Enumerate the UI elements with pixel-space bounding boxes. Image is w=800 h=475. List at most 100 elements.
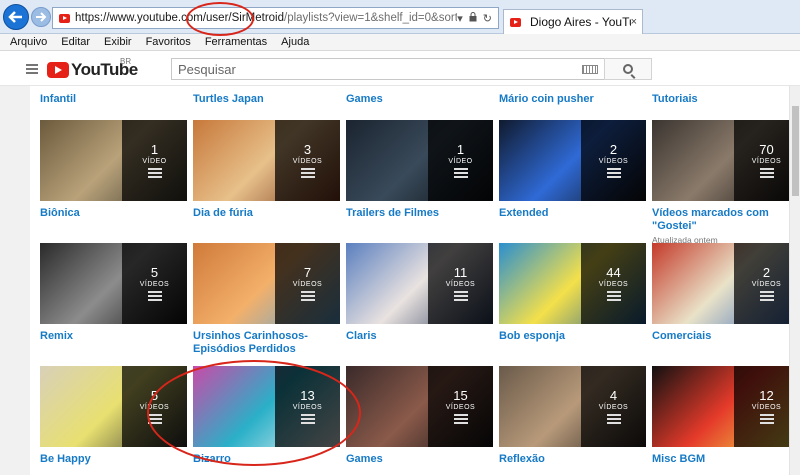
playlist-card[interactable]: 3 VÍDEOS Dia de fúria (193, 120, 340, 220)
playlist-thumbnail[interactable]: 7 VÍDEOS (193, 243, 340, 324)
lock-icon[interactable] (469, 11, 477, 25)
video-count-overlay: 5 VÍDEOS (122, 366, 187, 447)
playlist-title[interactable]: Turtles Japan (193, 93, 264, 105)
keyboard-icon[interactable] (582, 64, 598, 74)
playlist-card[interactable]: 1 VÍDEO Biônica (40, 120, 187, 220)
playlist-icon (300, 168, 315, 178)
video-count-overlay: 2 VÍDEOS (581, 120, 646, 201)
playlist-card[interactable]: 7 VÍDEOS Ursinhos Carinhosos- Episódios Pe… (193, 243, 340, 356)
menu-editar[interactable]: Editar (61, 36, 90, 48)
video-count-label: VÍDEOS (292, 158, 323, 165)
playlist-card[interactable]: 12 VÍDEOS Misc BGM (652, 366, 799, 466)
playlist-thumbnail[interactable]: 13 VÍDEOS (193, 366, 340, 447)
playlist-title[interactable]: Comerciais (652, 330, 799, 343)
video-count-label: VÍDEOS (445, 281, 476, 288)
playlist-card[interactable]: 15 VÍDEOS Games (346, 366, 493, 466)
forward-button[interactable] (31, 7, 51, 27)
playlist-title[interactable]: Vídeos marcados com "Gostei" (652, 207, 799, 233)
playlist-thumbnail[interactable]: 4 VÍDEOS (499, 366, 646, 447)
playlist-thumbnail[interactable]: 5 VÍDEOS (40, 366, 187, 447)
video-count-overlay: 1 VÍDEO (428, 120, 493, 201)
playlist-title[interactable]: Trailers de Filmes (346, 207, 493, 220)
video-count: 44 (606, 265, 621, 280)
playlist-title[interactable]: Bizarro (193, 453, 340, 466)
playlist-thumbnail[interactable]: 5 VÍDEOS (40, 243, 187, 324)
menu-favoritos[interactable]: Favoritos (146, 36, 191, 48)
playlist-thumbnail[interactable]: 1 VÍDEO (40, 120, 187, 201)
content-area: Infantil Turtles Japan Games Mário coin … (0, 86, 800, 475)
playlist-card[interactable]: 5 VÍDEOS Remix (40, 243, 187, 343)
tab-close-icon[interactable]: × (631, 16, 637, 28)
video-count-overlay: 1 VÍDEO (122, 120, 187, 201)
playlist-thumbnail[interactable]: 44 VÍDEOS (499, 243, 646, 324)
video-count: 70 (759, 142, 774, 157)
playlist-title[interactable]: Misc BGM (652, 453, 799, 466)
playlist-title[interactable]: Ursinhos Carinhosos- Episódios Perdidos (193, 330, 340, 356)
playlist-title[interactable]: Mário coin pusher (499, 93, 594, 105)
video-count: 15 (453, 388, 468, 403)
playlist-thumbnail[interactable]: 15 VÍDEOS (346, 366, 493, 447)
back-button[interactable] (3, 4, 29, 30)
playlist-title[interactable]: Remix (40, 330, 187, 343)
video-count: 1 (456, 142, 465, 157)
playlist-thumbnail[interactable]: 11 VÍDEOS (346, 243, 493, 324)
browser-tab[interactable]: Diogo Aires - YouTube × (503, 9, 643, 34)
video-count: 4 (609, 388, 618, 403)
playlist-title[interactable]: Games (346, 93, 383, 105)
playlist-title[interactable]: Be Happy (40, 453, 187, 466)
address-bar[interactable]: https://www.youtube.com/user/SirMetroid/… (52, 7, 499, 29)
playlist-card[interactable]: 70 VÍDEOS Vídeos marcados com "Gostei" Atua… (652, 120, 799, 245)
playlist-title[interactable]: Bob esponja (499, 330, 646, 343)
playlist-card[interactable]: 2 VÍDEOS Extended (499, 120, 646, 220)
playlist-card[interactable]: 5 VÍDEOS Be Happy (40, 366, 187, 466)
menu-arquivo[interactable]: Arquivo (10, 36, 47, 48)
dropdown-icon[interactable]: ▾ (457, 12, 463, 25)
video-count-label: VÍDEOS (139, 281, 170, 288)
new-tab-button[interactable] (646, 12, 666, 32)
video-count-label: VÍDEOS (751, 281, 782, 288)
video-count-label: VÍDEOS (445, 404, 476, 411)
youtube-play-icon (47, 62, 69, 78)
menu-exibir[interactable]: Exibir (104, 36, 132, 48)
video-count-label: VÍDEO (142, 158, 167, 165)
menu-ferramentas[interactable]: Ferramentas (205, 36, 267, 48)
playlist-title[interactable]: Biônica (40, 207, 187, 220)
playlist-icon (453, 291, 468, 301)
url-text[interactable]: https://www.youtube.com/user/SirMetroid/… (75, 12, 457, 24)
playlist-thumbnail[interactable]: 2 VÍDEOS (652, 243, 799, 324)
playlist-card[interactable]: 4 VÍDEOS Reflexão (499, 366, 646, 466)
search-input[interactable] (172, 59, 582, 79)
playlist-title[interactable]: Games (346, 453, 493, 466)
video-count-label: VÍDEOS (598, 158, 629, 165)
playlist-card[interactable]: 13 VÍDEOS Bizarro (193, 366, 340, 466)
search-icon (623, 64, 633, 74)
vertical-scrollbar[interactable] (789, 86, 800, 475)
playlist-thumbnail[interactable]: 3 VÍDEOS (193, 120, 340, 201)
playlist-card[interactable]: 11 VÍDEOS Claris (346, 243, 493, 343)
playlist-title[interactable]: Extended (499, 207, 646, 220)
playlist-thumbnail[interactable]: 12 VÍDEOS (652, 366, 799, 447)
video-count-label: VÍDEOS (292, 281, 323, 288)
playlist-title[interactable]: Infantil (40, 93, 76, 105)
playlist-thumbnail[interactable]: 70 VÍDEOS (652, 120, 799, 201)
playlist-card[interactable]: 44 VÍDEOS Bob esponja (499, 243, 646, 343)
playlist-thumbnail[interactable]: 1 VÍDEO (346, 120, 493, 201)
playlist-title[interactable]: Tutoriais (652, 93, 698, 105)
scrollbar-thumb[interactable] (792, 106, 799, 196)
refresh-icon[interactable]: ↻ (483, 12, 492, 25)
menu-icon[interactable] (26, 64, 38, 74)
playlist-card[interactable]: 2 VÍDEOS Comerciais (652, 243, 799, 343)
playlist-grid: Infantil Turtles Japan Games Mário coin … (30, 86, 800, 475)
playlist-title[interactable]: Claris (346, 330, 493, 343)
playlist-title[interactable]: Dia de fúria (193, 207, 340, 220)
video-count: 5 (150, 388, 159, 403)
video-count-overlay: 3 VÍDEOS (275, 120, 340, 201)
playlist-icon (453, 168, 468, 178)
playlist-title[interactable]: Reflexão (499, 453, 646, 466)
playlist-thumbnail[interactable]: 2 VÍDEOS (499, 120, 646, 201)
playlist-card[interactable]: 1 VÍDEO Trailers de Filmes (346, 120, 493, 220)
browser-toolbar: https://www.youtube.com/user/SirMetroid/… (0, 0, 800, 34)
search-button[interactable] (604, 58, 652, 80)
menu-ajuda[interactable]: Ajuda (281, 36, 309, 48)
video-count-overlay: 15 VÍDEOS (428, 366, 493, 447)
